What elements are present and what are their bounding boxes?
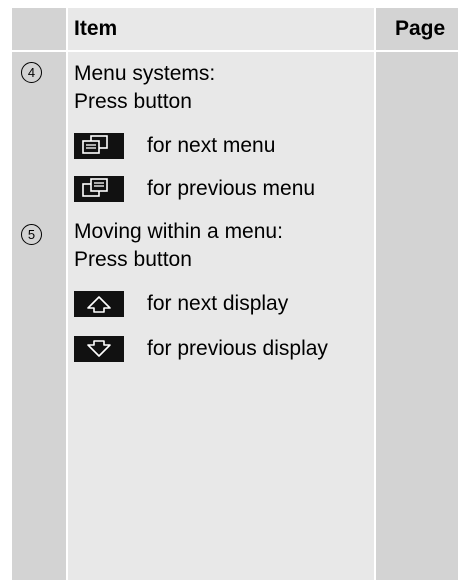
number-column: [12, 8, 66, 580]
item-number-4: 4: [21, 62, 42, 83]
item-header: Item: [74, 17, 118, 40]
page-column: [376, 8, 458, 580]
next-display-label: for next display: [147, 292, 289, 315]
page-header: Page: [395, 17, 446, 40]
row-4-title: Menu systems:: [74, 62, 216, 85]
next-menu-label: for next menu: [147, 134, 276, 157]
next-menu-icon: [74, 133, 124, 159]
instruction-table: Item Page 4 Menu systems: Press button f…: [0, 0, 458, 580]
row-5-title: Moving within a menu:: [74, 220, 283, 243]
previous-menu-icon: [74, 176, 124, 202]
item-number-5: 5: [21, 224, 42, 245]
header-divider: [12, 50, 458, 52]
previous-display-label: for previous display: [147, 337, 328, 360]
down-arrow-icon: [74, 336, 124, 362]
up-arrow-icon: [74, 291, 124, 317]
row-5-instruction: Press button: [74, 248, 192, 271]
previous-menu-label: for previous menu: [147, 177, 316, 200]
row-4-instruction: Press button: [74, 90, 192, 113]
